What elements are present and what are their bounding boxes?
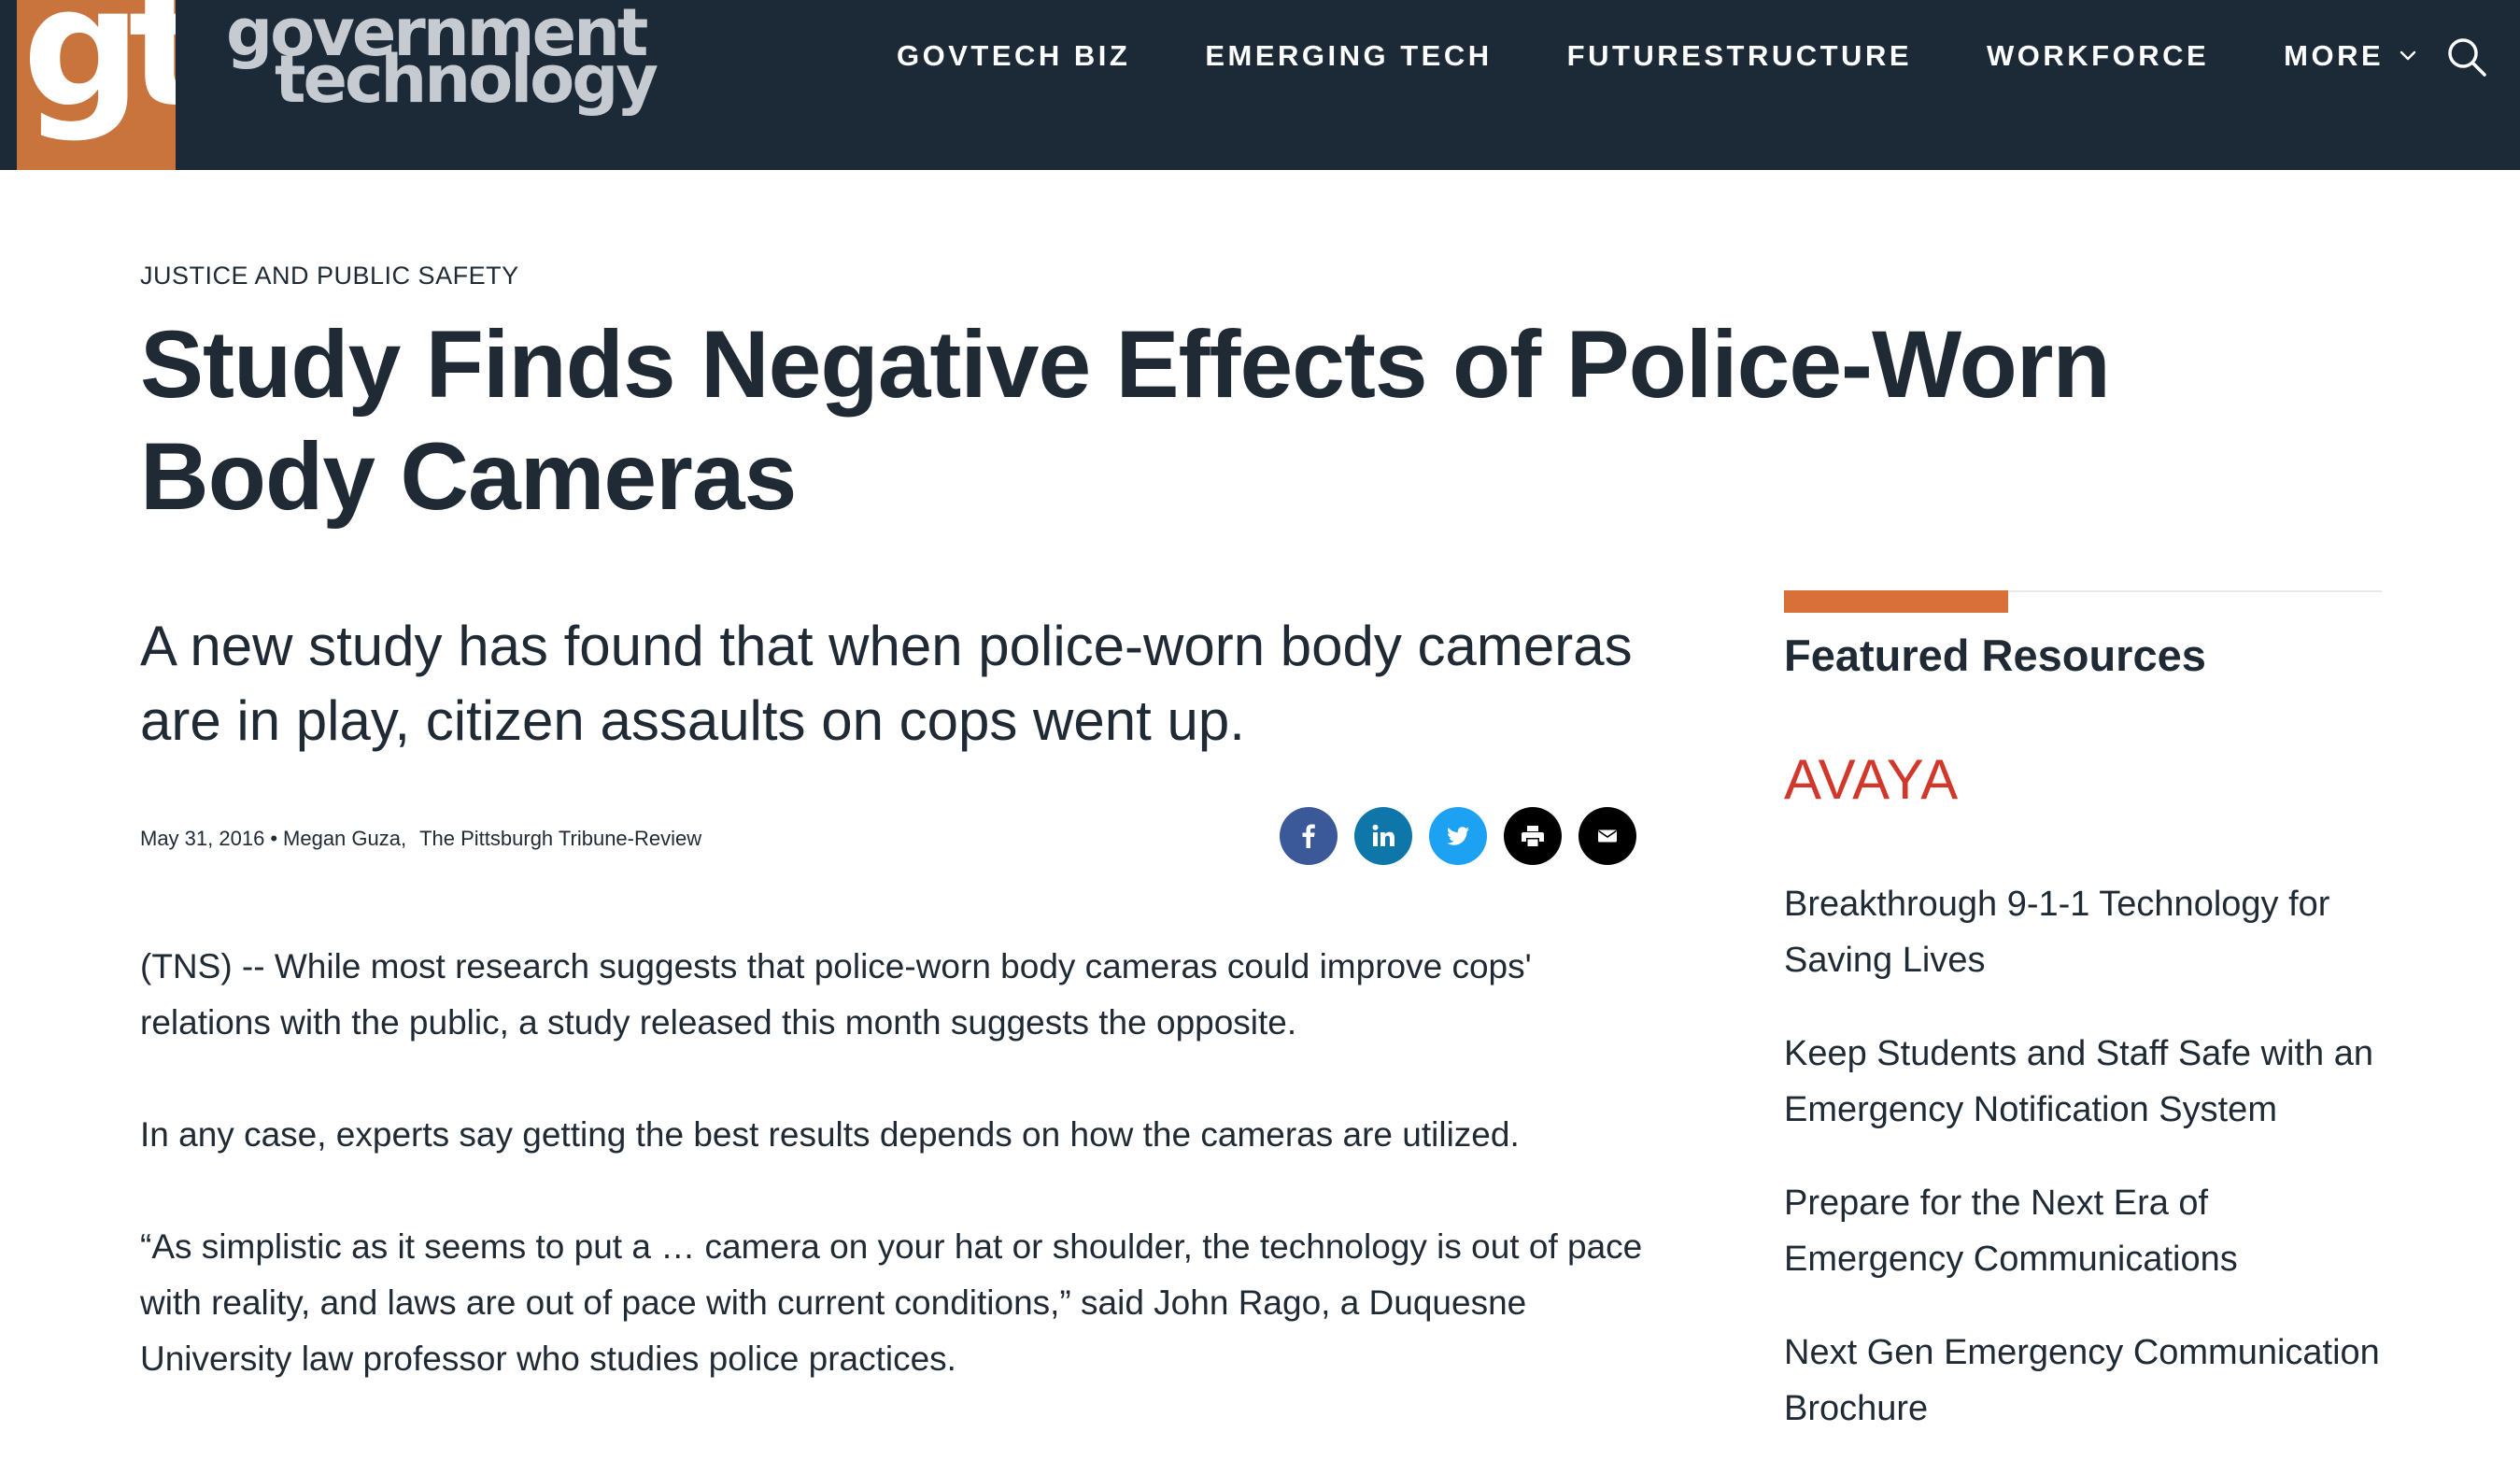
resource-link[interactable]: Next Gen Emergency Communication Brochur… xyxy=(1784,1325,2382,1437)
search-button[interactable] xyxy=(2445,35,2488,78)
share-twitter-button[interactable] xyxy=(1429,807,1487,865)
resource-link[interactable]: Prepare for the Next Era of Emergency Co… xyxy=(1784,1175,2382,1287)
resource-link[interactable]: Keep Students and Staff Safe with an Eme… xyxy=(1784,1026,2382,1138)
twitter-icon xyxy=(1447,827,1469,845)
article-paragraph: (TNS) -- While most research suggests th… xyxy=(140,947,1532,1042)
print-icon xyxy=(1522,826,1544,846)
sponsor-logo[interactable]: AVAYA xyxy=(1784,747,1959,812)
site-logo[interactable]: gt xyxy=(17,0,176,170)
byline: May 31, 2016 • Megan Guza, The Pittsburgh T… xyxy=(140,827,701,851)
logo-wordmark[interactable]: government technology xyxy=(226,0,658,131)
share-bar xyxy=(1280,807,1653,865)
email-icon xyxy=(1598,829,1617,843)
nav-more-label: MORE xyxy=(2284,39,2385,72)
nav-workforce[interactable]: WORKFORCE xyxy=(1987,39,2209,73)
byline-separator: • xyxy=(270,827,278,850)
sidebar-accent-bar xyxy=(1784,590,2008,613)
share-email-button[interactable] xyxy=(1579,807,1636,865)
print-button[interactable] xyxy=(1504,807,1562,865)
main-nav: GOVTECH BIZ EMERGING TECH FUTURESTRUCTUR… xyxy=(859,35,2455,77)
article-dek: A new study has found that when police-w… xyxy=(140,615,1633,752)
linkedin-icon xyxy=(1372,824,1394,846)
share-facebook-button[interactable] xyxy=(1280,807,1338,865)
chevron-down-icon xyxy=(2400,50,2416,61)
nav-emerging-tech[interactable]: EMERGING TECH xyxy=(1205,39,1492,73)
search-icon xyxy=(2448,38,2486,77)
sidebar-title: Featured Resources xyxy=(1784,631,2206,680)
site-header: gt government technology GOVTECH BIZ EME… xyxy=(0,0,2520,170)
article-body: (TNS) -- While most research suggests th… xyxy=(140,939,1653,1443)
article-source: The Pittsburgh Tribune-Review xyxy=(419,827,702,850)
nav-govtech-biz[interactable]: GOVTECH BIZ xyxy=(897,39,1130,73)
article-paragraph: “As simplistic as it seems to put a … ca… xyxy=(140,1227,1643,1378)
nav-more[interactable]: MORE xyxy=(2284,39,2417,73)
facebook-icon xyxy=(1302,824,1315,848)
logo-mark: gt xyxy=(22,0,176,144)
article-title: Study Finds Negative Effects of Police-W… xyxy=(140,311,2111,530)
article-date: May 31, 2016 xyxy=(140,827,265,850)
article-paragraph: In any case, experts say getting the bes… xyxy=(140,1115,1520,1154)
article-category[interactable]: JUSTICE AND PUBLIC SAFETY xyxy=(140,262,519,291)
share-linkedin-button[interactable] xyxy=(1354,807,1412,865)
article-author[interactable]: Megan Guza, xyxy=(283,827,406,850)
resource-link[interactable]: Breakthrough 9-1-1 Technology for Saving… xyxy=(1784,876,2382,988)
logo-word-line2: technology xyxy=(275,41,658,118)
resource-list: Breakthrough 9-1-1 Technology for Saving… xyxy=(1784,876,2382,1474)
nav-futurestructure[interactable]: FUTURESTRUCTURE xyxy=(1567,39,1912,73)
